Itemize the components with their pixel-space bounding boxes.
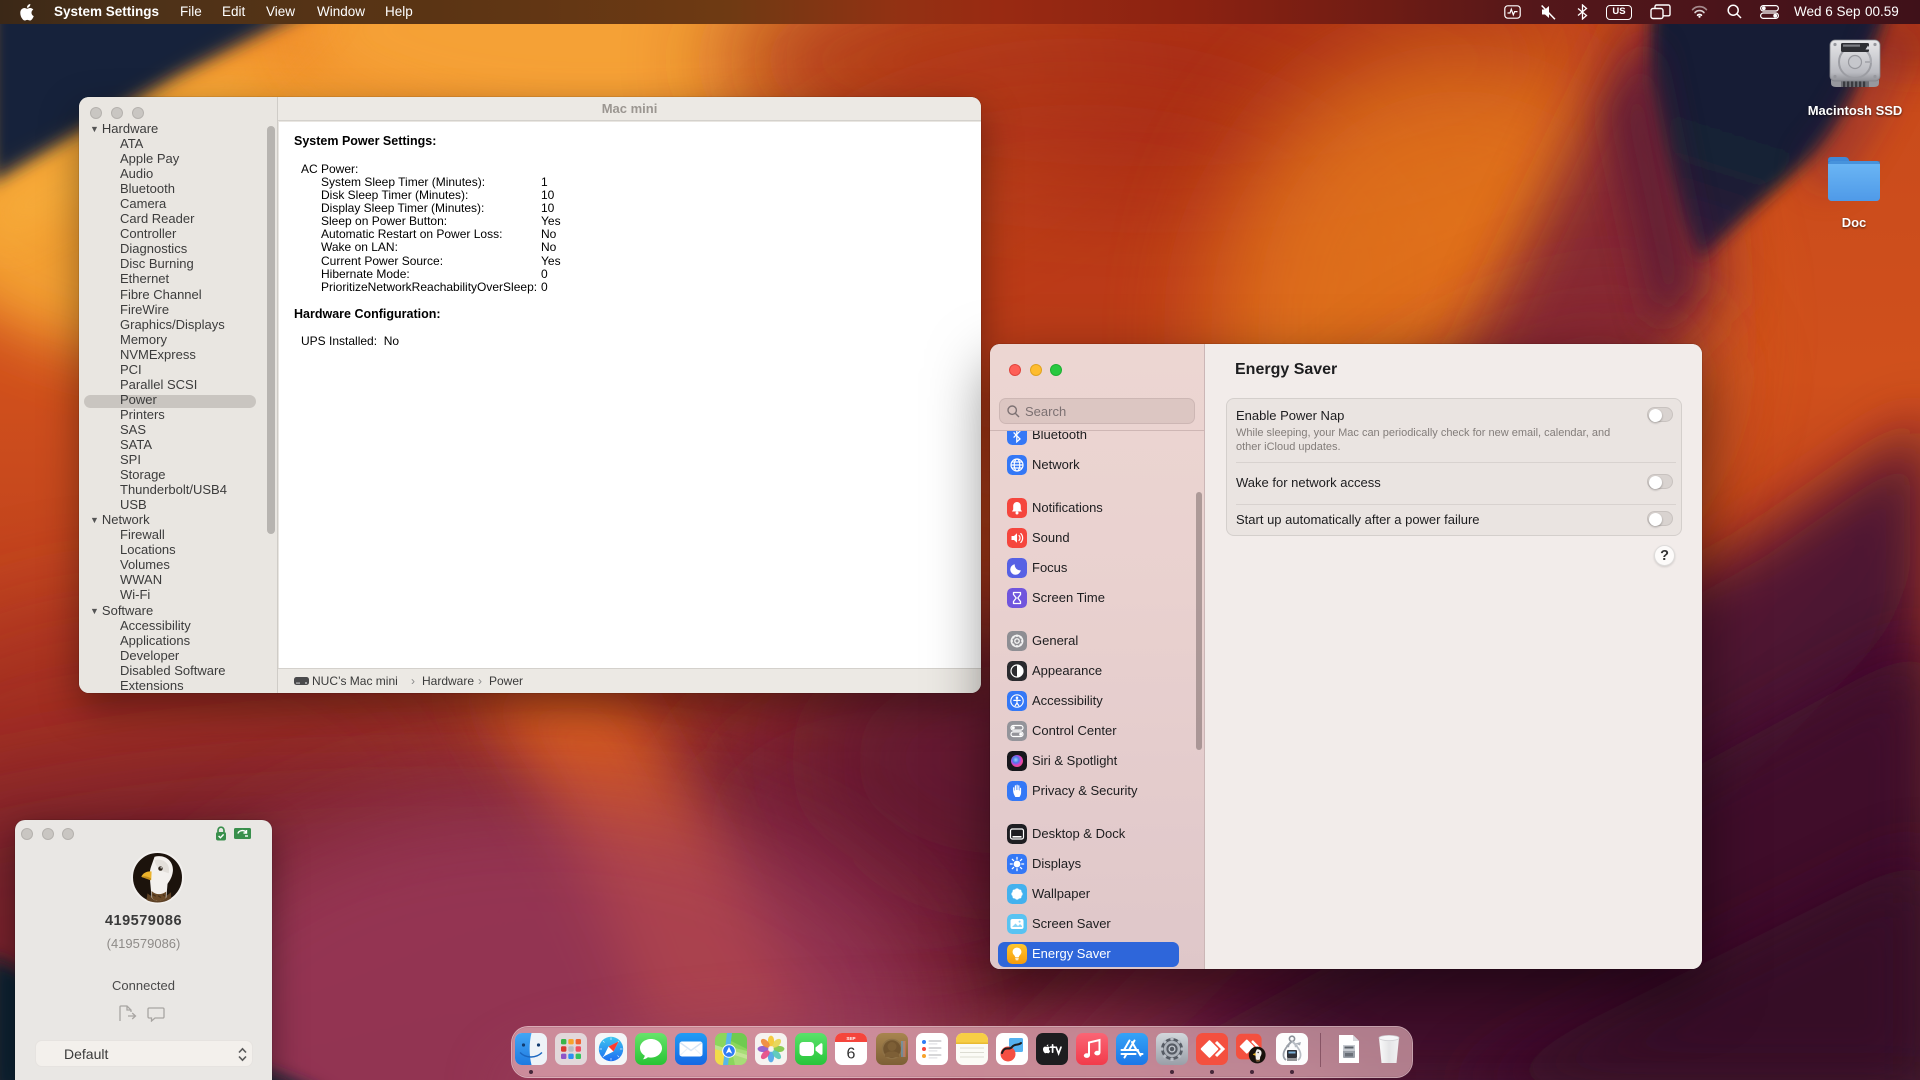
svg-text:SEP: SEP <box>846 1036 855 1041</box>
svg-text:6: 6 <box>847 1046 856 1063</box>
